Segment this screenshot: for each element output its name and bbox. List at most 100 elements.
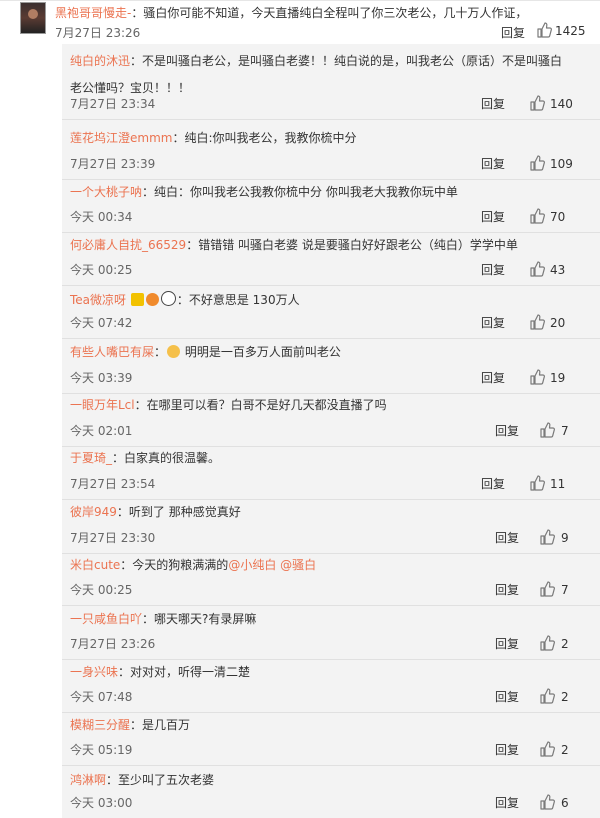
reply-text: 何必庸人自扰_66529：错错错 叫骚白老婆 说是要骚白好好跟老公（纯白）学学中… [70,238,518,252]
reply-button[interactable]: 回复 [495,796,519,810]
reply-text: 模糊三分醒：是几百万 [70,718,190,732]
reply-text: 一身兴味：对对对，听得一清二楚 [70,665,250,679]
reply-button[interactable]: 回复 [495,690,519,704]
divider [62,179,600,180]
reply-text: Tea微凉呀 ：不好意思是 130万人 [70,291,300,307]
reply-body: ：错错错 叫骚白老婆 说是要骚白好好跟老公（纯白）学学中单 [186,238,518,252]
divider [62,446,600,447]
reply-text: 莲花坞江澄emmm：纯白:你叫我老公，我教你梳中分 [70,131,357,145]
reply-username[interactable]: 于夏琦_ [70,451,112,465]
reply-button[interactable]: 回复 [495,743,519,757]
reply-username[interactable]: 鸿淋啊 [70,773,106,787]
main-comment-text: 黑袍哥哥慢走-：骚白你可能不知道，今天直播纯白全程叫了你三次老公，几十万人作证， [55,6,527,20]
reply-username[interactable]: 一个大桃子呐 [70,185,142,199]
reply-button[interactable]: 回复 [481,263,505,277]
thumb-up-icon[interactable] [529,314,545,330]
thumb-up-icon[interactable] [539,529,555,545]
reply-timestamp: 今天 03:00 [70,796,133,810]
reply-button[interactable]: 回复 [495,637,519,651]
divider [62,119,600,120]
mention-link[interactable]: @小纯白 [228,558,276,572]
divider [62,605,600,606]
reply-button[interactable]: 回复 [481,316,505,330]
mention-link[interactable]: @骚白 [280,558,316,572]
reply-body: ：今天的狗粮满满的 [120,558,229,572]
reply-button[interactable]: 回复 [481,477,505,491]
reply-text-line2: 老公懂吗？宝贝！！！ [70,81,191,95]
reply-text: 米白cute：今天的狗粮满满的@小纯白 @骚白 [70,558,316,572]
thumb-up-icon[interactable] [539,688,555,704]
reply-button[interactable]: 回复 [495,424,519,438]
thumb-up-icon[interactable] [529,261,545,277]
like-count: 43 [550,263,566,277]
reply-body: ：听到了 那种感觉真好 [116,505,241,519]
reply-username[interactable]: 何必庸人自扰_66529 [70,238,186,252]
divider [62,393,600,394]
thumb-up-icon[interactable] [539,635,555,651]
thumb-up-icon[interactable] [539,422,555,438]
reply-username[interactable]: 纯白的沐迅 [70,54,130,68]
panda-emoji-icon [160,291,176,306]
reply-button[interactable]: 回复 [495,583,519,597]
reply-text: 于夏琦_：白家真的很温馨。 [70,451,220,465]
like-count: 2 [561,743,569,757]
like-count: 11 [550,477,566,491]
main-comment: 黑袍哥哥慢走-：骚白你可能不知道，今天直播纯白全程叫了你三次老公，几十万人作证，… [0,0,600,44]
reply-body: ：至少叫了五次老婆 [106,773,215,787]
thumb-up-icon[interactable] [529,155,545,171]
reply-text: 一只咸鱼白吖：哪天哪天?有录屏嘛 [70,612,256,626]
like-count: 9 [561,531,569,545]
reply-username[interactable]: 一只咸鱼白吖 [70,612,142,626]
reply-text: 纯白的沐迅：不是叫骚白老公，是叫骚白老婆！！纯白说的是，叫我老公（原话）不是叫骚… [70,54,562,68]
reply-timestamp: 今天 00:25 [70,583,133,597]
reply-timestamp: 7月27日 23:39 [70,157,156,171]
reply-text: 有些人嘴巴有屎： 明明是一百多万人面前叫老公 [70,345,341,359]
like-count: 7 [561,424,569,438]
thumb-up-icon[interactable] [536,22,552,38]
reply-timestamp: 今天 07:48 [70,690,133,704]
reply-username[interactable]: 有些人嘴巴有屎 [70,345,154,359]
reply-body: ：不好意思是 130万人 [176,293,300,307]
thumb-up-icon[interactable] [539,581,555,597]
thumb-up-icon[interactable] [529,369,545,385]
reply-button[interactable]: 回复 [481,157,505,171]
reply-username[interactable]: 一眼万年Lcl [70,398,135,412]
reply-text: 彼岸949：听到了 那种感觉真好 [70,505,241,519]
thumb-up-icon[interactable] [539,794,555,810]
main-username[interactable]: 黑袍哥哥慢走- [55,6,131,20]
reply-body: ：纯白:你叫我老公，我教你梳中分 [172,131,357,145]
reply-button[interactable]: 回复 [481,210,505,224]
reply-timestamp: 7月27日 23:54 [70,477,156,491]
thumb-up-icon[interactable] [539,741,555,757]
main-timestamp: 7月27日 23:26 [55,26,141,40]
reply-button[interactable]: 回复 [481,97,505,111]
reply-username[interactable]: 一身兴味 [70,665,118,679]
reply-body: ：是几百万 [130,718,191,732]
reply-username[interactable]: 模糊三分醒 [70,718,130,732]
reply-body: ：哪天哪天?有录屏嘛 [142,612,257,626]
heart-eyes-emoji-icon [145,293,159,306]
reply-username[interactable]: Tea微凉呀 [70,293,126,307]
like-count: 2 [561,637,569,651]
like-count: 6 [561,796,569,810]
thumb-up-icon[interactable] [529,95,545,111]
reply-username[interactable]: 彼岸949 [70,505,117,519]
reply-username[interactable]: 莲花坞江澄emmm [70,131,172,145]
avatar[interactable] [20,2,46,34]
reply-button[interactable]: 回复 [495,531,519,545]
divider [62,712,600,713]
divider [62,499,600,500]
reply-button[interactable]: 回复 [481,371,505,385]
thumb-up-icon[interactable] [529,208,545,224]
divider [62,553,600,554]
reply-timestamp: 今天 07:42 [70,316,133,330]
reply-username[interactable]: 米白cute [70,558,120,572]
reply-body: 明明是一百多万人面前叫老公 [184,345,341,359]
reply-list: 纯白的沐迅：不是叫骚白老公，是叫骚白老婆！！纯白说的是，叫我老公（原话）不是叫骚… [62,44,600,818]
reply-body: ：在哪里可以看？白哥不是好几天都没直播了吗 [134,398,387,412]
reply-text: 鸿淋啊：至少叫了五次老婆 [70,773,214,787]
thumb-up-icon[interactable] [529,475,545,491]
reply-body: ：纯白：你叫我老公我教你梳中分 你叫我老大我教你玩中单 [142,185,458,199]
reply-timestamp: 今天 05:19 [70,743,133,757]
main-reply-button[interactable]: 回复 [501,24,525,41]
